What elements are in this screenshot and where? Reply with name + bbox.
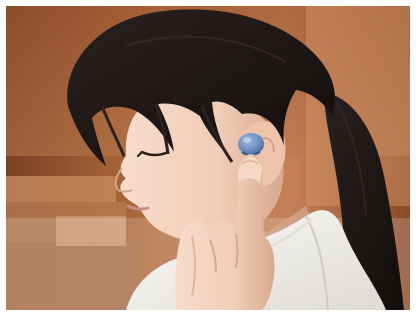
shelf xyxy=(6,176,116,202)
image-frame xyxy=(0,0,416,316)
photo-illustration xyxy=(6,6,410,310)
earbud-photo xyxy=(6,6,410,310)
earbud xyxy=(238,133,264,155)
